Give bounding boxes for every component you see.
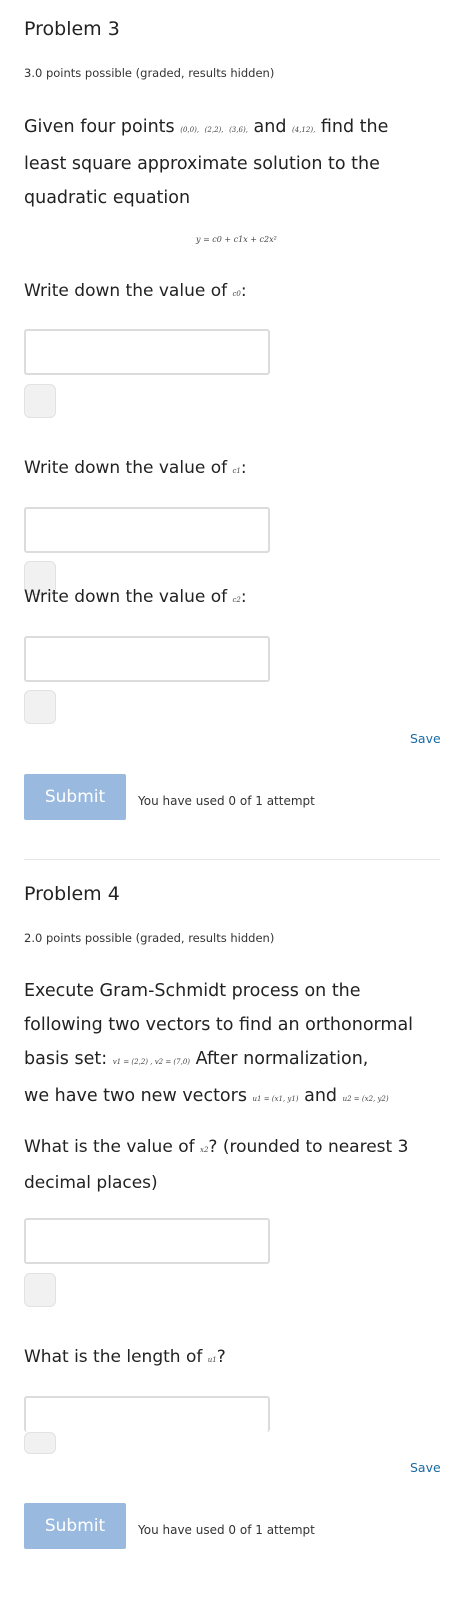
math-c0: c0	[232, 290, 241, 298]
question-line-1: Given four points (0,0), (2,2), (3,6), a…	[24, 117, 389, 137]
answer-input-c2[interactable]	[24, 636, 270, 682]
question-line-3: quadratic equation	[24, 188, 191, 208]
problem-4-question: Execute Gram-Schmidt process on the foll…	[24, 974, 454, 1116]
math-point-1: (0,0)	[180, 126, 197, 134]
prompt-c0: Write down the value of c0:	[24, 281, 247, 301]
submit-button[interactable]: Submit	[24, 774, 126, 820]
prompt-x2: What is the value of x2? (rounded to nea…	[24, 1137, 409, 1193]
prompt-c1: Write down the value of c1:	[24, 458, 247, 478]
math-point-2: (2,2)	[204, 126, 222, 134]
answer-status-x2	[24, 1273, 56, 1307]
math-u1-length: u1	[207, 1356, 217, 1364]
answer-input-length-u1[interactable]	[24, 1396, 270, 1432]
question-line-4: we have two new vectors u1 = (x1, y1) an…	[24, 1086, 389, 1106]
submit-button[interactable]: Submit	[24, 1503, 126, 1549]
question-line-3: basis set: v1 = (2,2) , v2 = (7,0) After…	[24, 1049, 369, 1069]
answer-input-x2[interactable]	[24, 1218, 270, 1264]
attempts-text: You have used 0 of 1 attempt	[138, 794, 315, 808]
section-divider	[24, 859, 440, 860]
question-line-2: least square approximate solution to the	[24, 154, 380, 174]
save-button[interactable]: Save	[410, 731, 441, 746]
prompt-length-u1: What is the length of u1?	[24, 1347, 226, 1367]
math-u2: u2 = (x2, y2)	[342, 1095, 389, 1103]
save-button[interactable]: Save	[410, 1460, 441, 1475]
math-vectors: v1 = (2,2) , v2 = (7,0)	[112, 1058, 191, 1066]
math-c1: c1	[232, 467, 241, 475]
problem-4-points: 2.0 points possible (graded, results hid…	[24, 931, 275, 945]
problem-3-points: 3.0 points possible (graded, results hid…	[24, 66, 275, 80]
quadratic-equation: y = c0 + c1x + c2x²	[196, 235, 277, 244]
problem-4-title: Problem 4	[24, 883, 120, 905]
answer-status-c0	[24, 384, 56, 418]
math-c2: c2	[232, 596, 241, 604]
attempts-text: You have used 0 of 1 attempt	[138, 1523, 315, 1537]
prompt-c2: Write down the value of c2:	[24, 587, 247, 607]
problem-3-question: Given four points (0,0), (2,2), (3,6), a…	[24, 110, 454, 215]
answer-status-length-u1	[24, 1432, 56, 1454]
math-point-4: (4,12)	[292, 126, 314, 134]
question-line-2: following two vectors to find an orthono…	[24, 1015, 414, 1035]
math-point-3: (3,6)	[229, 126, 246, 134]
answer-input-c0[interactable]	[24, 329, 270, 375]
answer-status-c2	[24, 690, 56, 724]
problem-3-title: Problem 3	[24, 18, 120, 40]
question-line-1: Execute Gram-Schmidt process on the	[24, 981, 361, 1001]
answer-input-c1[interactable]	[24, 507, 270, 553]
math-u1: u1 = (x1, y1)	[252, 1095, 299, 1103]
